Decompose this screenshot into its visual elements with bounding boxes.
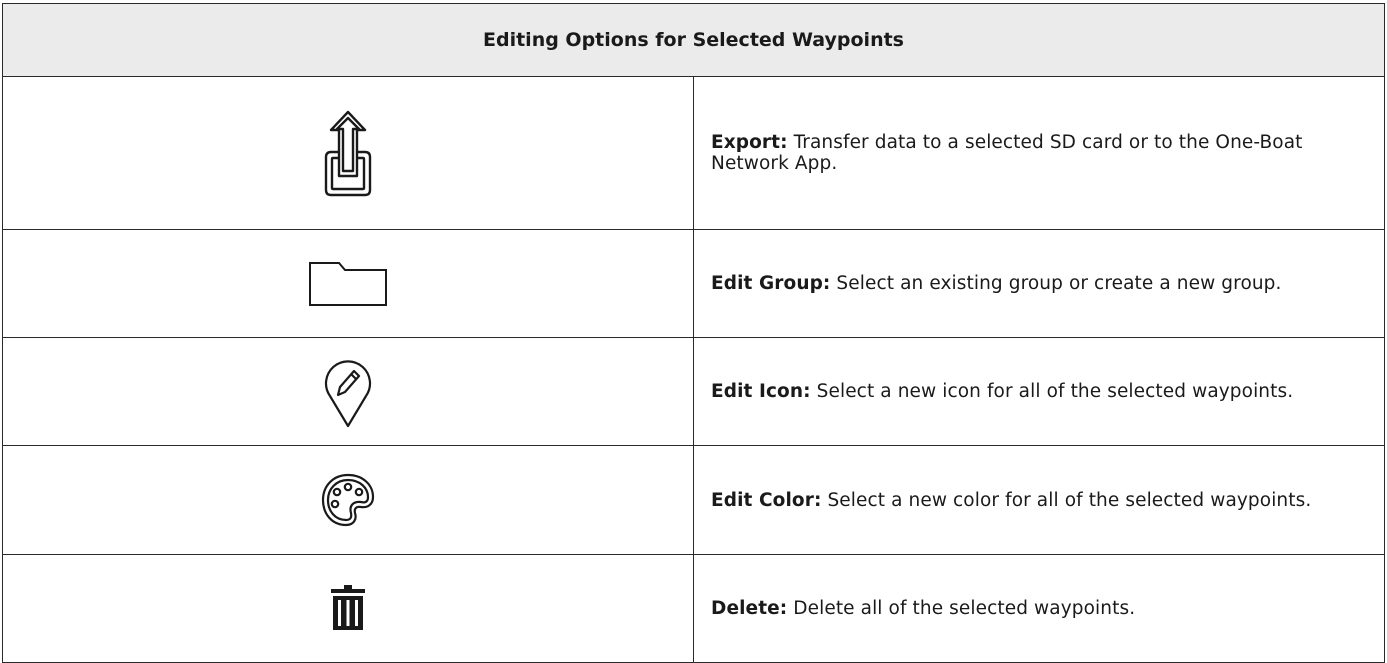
palette-icon — [321, 473, 375, 527]
option-term: Edit Icon: — [711, 381, 811, 403]
option-description: Delete all of the selected waypoints. — [793, 597, 1136, 619]
export-icon — [324, 110, 372, 196]
icon-cell — [2, 553, 694, 663]
table-header-row: Editing Options for Selected Waypoints — [2, 3, 1385, 77]
icon-cell — [2, 445, 694, 555]
folder-icon — [309, 261, 387, 306]
option-description: Transfer data to a selected SD card or t… — [711, 131, 1303, 174]
description-cell: Edit Group: Select an existing group or … — [693, 228, 1385, 339]
table-title: Editing Options for Selected Waypoints — [2, 3, 1385, 77]
table-row: Delete: Delete all of the selected waypo… — [2, 553, 1385, 663]
description-cell: Edit Color: Select a new color for all o… — [693, 445, 1385, 555]
option-term: Edit Color: — [711, 489, 822, 511]
option-description: Select a new icon for all of the selecte… — [816, 381, 1294, 403]
icon-cell — [2, 337, 694, 447]
icon-cell — [2, 228, 694, 339]
option-description: Select a new color for all of the select… — [827, 489, 1312, 511]
description-cell: Export: Transfer data to a selected SD c… — [693, 75, 1385, 230]
option-term: Delete: — [711, 597, 788, 619]
waypoint-options-table: Editing Options for Selected Waypoints E… — [2, 3, 1385, 663]
description-cell: Edit Icon: Select a new icon for all of … — [693, 337, 1385, 447]
option-description: Select an existing group or create a new… — [836, 273, 1282, 295]
table-row: Edit Color: Select a new color for all o… — [2, 445, 1385, 555]
icon-cell — [2, 75, 694, 230]
trash-icon — [331, 585, 365, 631]
edit-pin-icon — [324, 360, 372, 427]
option-term: Export: — [711, 131, 788, 153]
table-row: Edit Icon: Select a new icon for all of … — [2, 337, 1385, 447]
option-term: Edit Group: — [711, 273, 831, 295]
table-row: Export: Transfer data to a selected SD c… — [2, 75, 1385, 230]
description-cell: Delete: Delete all of the selected waypo… — [693, 553, 1385, 663]
table-row: Edit Group: Select an existing group or … — [2, 228, 1385, 339]
